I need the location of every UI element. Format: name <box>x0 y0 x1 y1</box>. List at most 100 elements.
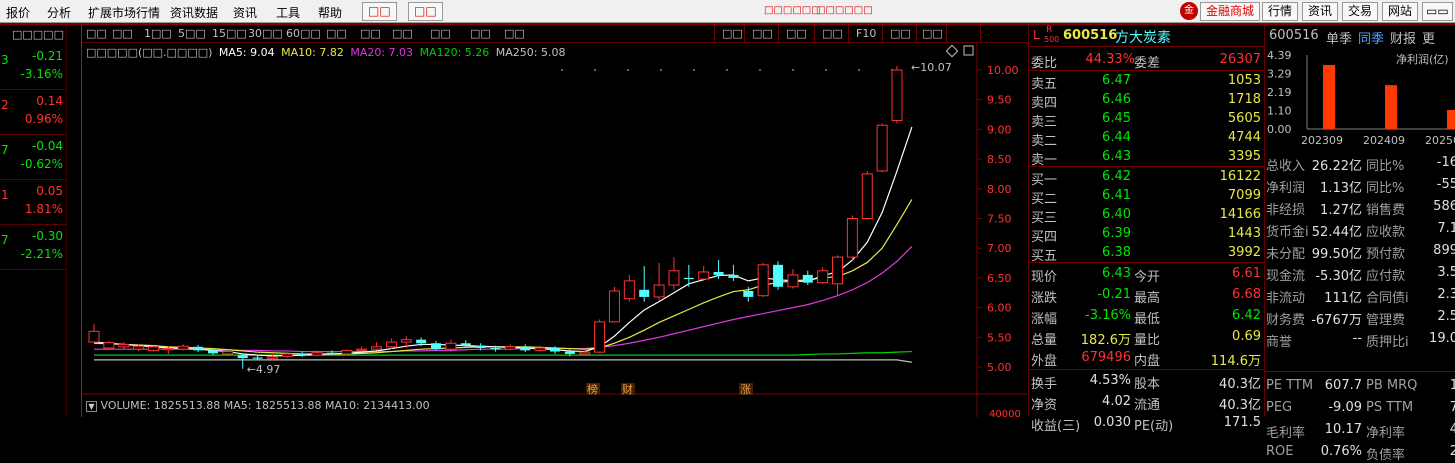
quote.stats-label: 涨幅 <box>1031 312 1058 327</box>
list-item[interactable]: 3 -0.21 -3.16% <box>0 45 66 90</box>
quote.sells-label: 卖二 <box>1031 134 1058 149</box>
maximize-icon[interactable] <box>963 45 974 56</box>
fin.rows-value-b: -5.30亿 <box>1315 269 1362 284</box>
event-dot <box>792 69 794 71</box>
toolbar-item-13[interactable]: □□ <box>722 27 743 40</box>
quote.sells-price: 6.45 <box>1102 111 1131 126</box>
profit-bar <box>1385 85 1397 129</box>
red-button-1[interactable]: □□ <box>362 2 397 21</box>
quote.sells-label: 卖三 <box>1031 115 1058 130</box>
toolbar-item-18[interactable]: □□ <box>890 27 911 40</box>
toolbar-item-15[interactable]: □□ <box>786 27 807 40</box>
toolbar-item-16[interactable]: □□ <box>822 27 843 40</box>
toolbar-item-7[interactable]: □□ <box>326 27 347 40</box>
quote.buys-price: 6.42 <box>1102 169 1131 184</box>
fin.rows2-value-b: 607.7 <box>1324 378 1362 393</box>
candle-body <box>623 280 635 300</box>
toolbar-item-1[interactable]: □□ <box>112 27 133 40</box>
event-marker[interactable]: 榜 <box>587 382 598 396</box>
menu-tools[interactable]: 工具 <box>276 4 300 21</box>
brand-logo-icon: 金 <box>1180 2 1198 20</box>
fin.rows-label-c: 应收款 <box>1366 225 1406 240</box>
quote.stats2-label: 收益(三) <box>1031 419 1081 434</box>
jinrong-mall-button[interactable]: 金融商城 <box>1200 2 1261 21</box>
toolbar-item-17[interactable]: F10 <box>856 27 876 40</box>
y-tick-label: 6.50 <box>987 272 1012 285</box>
fin.rows2-label-c: PB MRQ <box>1366 378 1418 393</box>
ma5-line <box>93 126 913 357</box>
quote.sells-value: 3395 <box>1227 149 1261 164</box>
candle-body <box>698 271 710 280</box>
menu-quote[interactable]: 报价 <box>6 4 30 21</box>
list-item-pct: -2.21% <box>20 247 63 261</box>
window-controls[interactable]: ▭▭ <box>1422 2 1453 21</box>
tab-same-quarter[interactable]: 同季 <box>1358 28 1384 47</box>
trade-button[interactable]: 交易 <box>1342 2 1379 21</box>
toolbar-item-0[interactable]: □□ <box>86 27 107 40</box>
event-marker[interactable]: 财 <box>622 382 633 396</box>
quote.stats-value: 6.42 <box>1232 308 1261 323</box>
quote.stats-value: 114.6万 <box>1210 354 1261 369</box>
toolbar-item-11[interactable]: □□ <box>470 27 491 40</box>
news-button[interactable]: 资讯 <box>1302 2 1339 21</box>
left-scrollbar[interactable] <box>66 25 82 417</box>
toolbar-sep <box>848 25 849 43</box>
toolbar-item-10[interactable]: □□ <box>430 27 451 40</box>
website-button[interactable]: 网站 <box>1382 2 1419 21</box>
quote.stats2-label2: 流通 <box>1134 398 1161 413</box>
candle-body <box>653 284 665 298</box>
list-item[interactable]: 1 0.05 1.81% <box>0 180 66 225</box>
toolbar-sep <box>714 25 715 43</box>
fin.rows-label-c: 合同债i <box>1366 291 1409 306</box>
list-item[interactable]: 2 0.14 0.96% <box>0 90 66 135</box>
market-button[interactable]: 行情 <box>1262 2 1299 21</box>
quote.buys-price: 6.39 <box>1102 226 1131 241</box>
low-annotation: ←4.97 <box>247 363 281 376</box>
menu-info[interactable]: 资讯 <box>233 4 257 21</box>
red-button-2[interactable]: □□ <box>408 2 443 21</box>
fin.rows-value-b: -- <box>1352 331 1362 346</box>
quote.stats-label2: 内盘 <box>1134 354 1161 369</box>
kline-chart[interactable]: □□□□□(□□.□□□□) MA5: 9.04 MA10: 7.82 MA20… <box>82 43 1028 417</box>
fin.rows2-value-b: -9.09 <box>1328 400 1362 415</box>
event-dot <box>858 69 860 71</box>
fin.rows-value-d: 7.1 <box>1437 221 1455 236</box>
toolbar-item-3[interactable]: 5□□ <box>178 27 206 40</box>
quote.stats-label2: 今开 <box>1134 270 1161 285</box>
menu-center-1[interactable]: □□□□□□ <box>764 5 821 16</box>
event-marker[interactable]: 涨 <box>740 383 751 396</box>
tab-more[interactable]: 更 <box>1422 28 1435 47</box>
quote.stats-label: 涨跌 <box>1031 291 1058 306</box>
quote.stats2-price: 4.53% <box>1089 373 1131 388</box>
toolbar-item-14[interactable]: □□ <box>752 27 773 40</box>
tab-report[interactable]: 财报 <box>1390 28 1416 47</box>
quote.stats-value: 6.61 <box>1232 266 1261 281</box>
toolbar-item-12[interactable]: □□ <box>504 27 525 40</box>
menu-analysis[interactable]: 分析 <box>47 4 71 21</box>
volume-toggle-icon[interactable]: ▼ <box>86 401 97 412</box>
quote.stats2-label2: PE(动) <box>1134 419 1174 434</box>
toolbar-item-4[interactable]: 15□□ <box>212 27 247 40</box>
fin.rows-label-a: 非流动 <box>1266 291 1306 306</box>
volume-label: VOLUME: 1825513.88 <box>100 399 221 412</box>
tab-single-quarter[interactable]: 单季 <box>1326 28 1352 47</box>
diamond-icon[interactable] <box>945 44 959 58</box>
list-item[interactable]: 7 -0.30 -2.21% <box>0 225 66 270</box>
toolbar-item-19[interactable]: □□ <box>922 27 943 40</box>
menu-help[interactable]: 帮助 <box>318 4 342 21</box>
y-tick-label: 9.00 <box>987 123 1012 136</box>
toolbar-item-8[interactable]: □□ <box>360 27 381 40</box>
menu-extended-market[interactable]: 扩展市场行情 <box>88 4 160 21</box>
toolbar-item-2[interactable]: 1□□ <box>144 27 172 40</box>
candle-body <box>103 342 115 349</box>
list-item[interactable]: 7 -0.04 -0.62% <box>0 135 66 180</box>
toolbar-item-5[interactable]: 30□□ <box>248 27 283 40</box>
toolbar-item-6[interactable]: 60□□ <box>286 27 321 40</box>
quote-row: 外盘 679496 内盘 114.6万 <box>1031 349 1263 369</box>
quote.sells-price: 6.44 <box>1102 130 1131 145</box>
toolbar-item-9[interactable]: □□ <box>392 27 413 40</box>
menu-center-2[interactable]: □□□□□□ <box>816 5 873 16</box>
weicha-label: 委差 <box>1134 56 1161 71</box>
tag-n: 500 <box>1044 35 1060 44</box>
menu-info-data[interactable]: 资讯数据 <box>170 4 218 21</box>
